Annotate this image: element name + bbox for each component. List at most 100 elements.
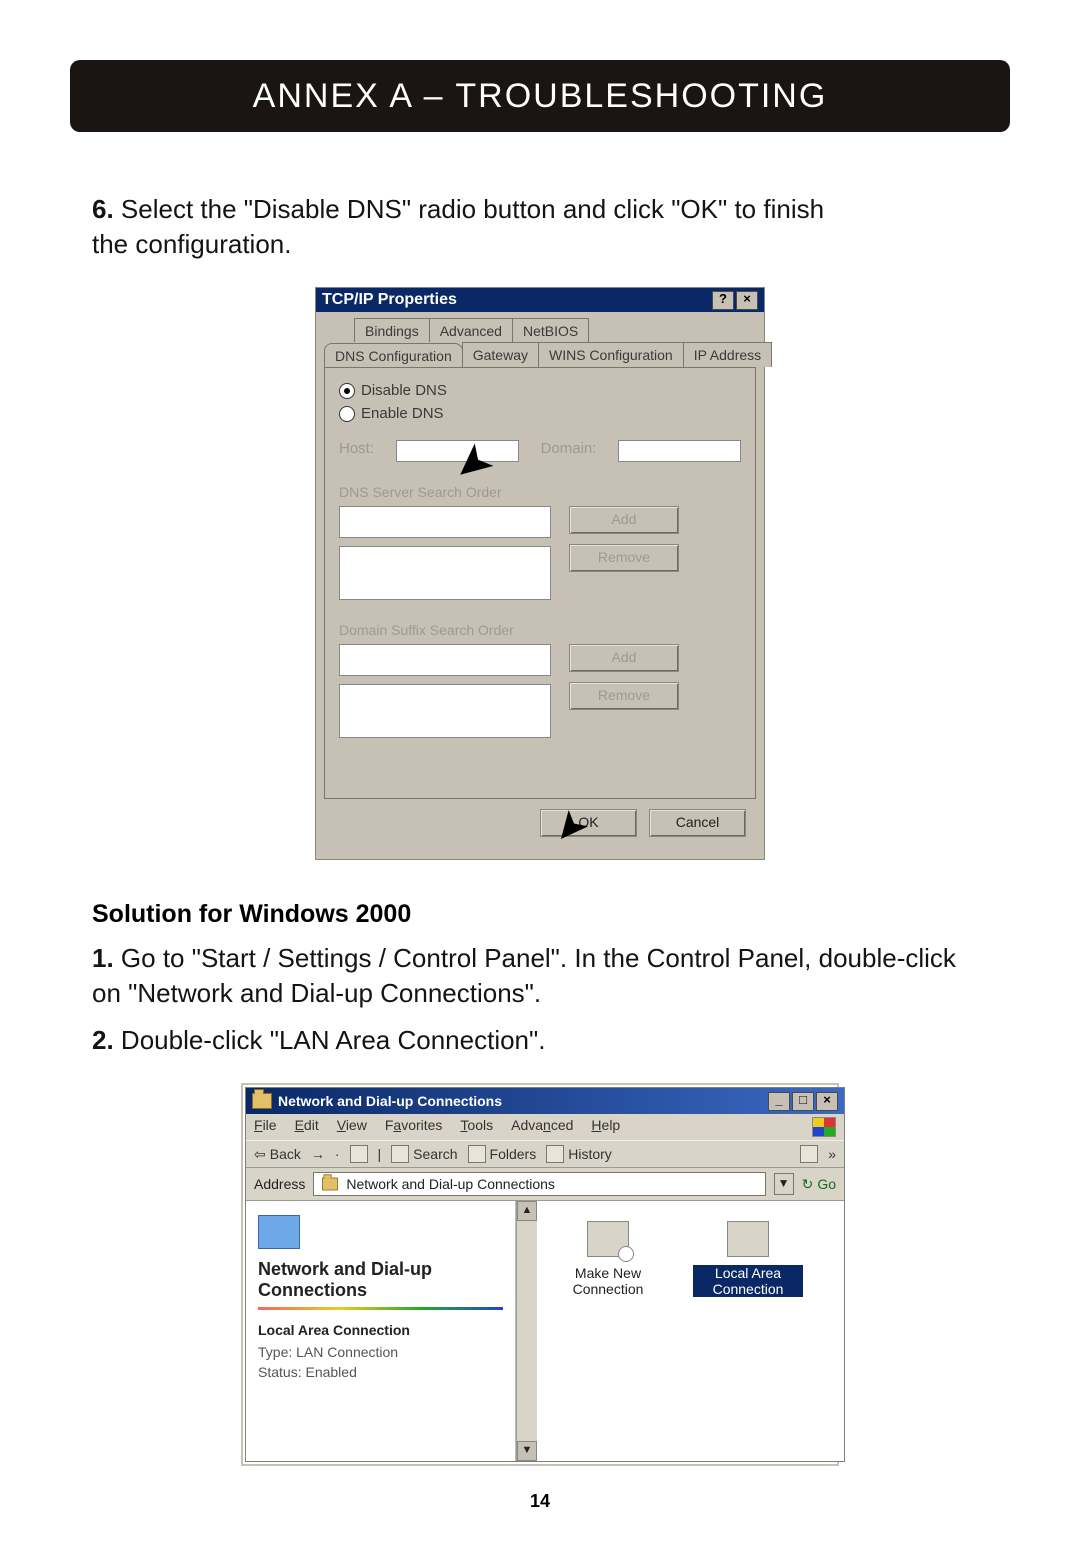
tab-wins-configuration[interactable]: WINS Configuration — [538, 342, 684, 367]
dns-order-group: Add Remove — [339, 506, 741, 600]
suffix-remove-button[interactable]: Remove — [569, 682, 679, 710]
suffix-order-group: Add Remove — [339, 644, 741, 738]
dns-remove-button[interactable]: Remove — [569, 544, 679, 572]
menu-favorites[interactable]: Favorites — [385, 1117, 443, 1137]
close-icon[interactable]: × — [816, 1092, 838, 1111]
dns-ip-input[interactable] — [339, 506, 551, 538]
info-item-name: Local Area Connection — [258, 1322, 503, 1338]
forward-button[interactable]: → — [311, 1146, 325, 1162]
page: ANNEX A – TROUBLESHOOTING 6. Select the … — [0, 0, 1080, 1542]
info-type: Type: LAN Connection — [258, 1344, 503, 1360]
titlebar-buttons: ? × — [712, 291, 758, 310]
close-icon[interactable]: × — [736, 291, 758, 310]
address-bar: Address Network and Dial-up Connections … — [246, 1168, 844, 1201]
divider — [258, 1307, 503, 1310]
suffix-input[interactable] — [339, 644, 551, 676]
menubar: FFileile Edit View Favorites Tools Advan… — [246, 1114, 844, 1140]
minimize-icon[interactable]: _ — [768, 1092, 790, 1111]
back-button[interactable]: ⇦ Back — [254, 1146, 301, 1163]
folder-icon — [252, 1093, 272, 1109]
window-border: Network and Dial-up Connections _ □ × FF… — [241, 1083, 839, 1466]
domain-input[interactable] — [618, 440, 741, 462]
maximize-icon[interactable]: □ — [792, 1092, 814, 1111]
step-6-number: 6. — [92, 194, 114, 224]
figure-network-connections: Network and Dial-up Connections _ □ × FF… — [241, 1083, 839, 1466]
tab-ip-address[interactable]: IP Address — [683, 342, 772, 367]
info-pane: Network and Dial-up Connections Local Ar… — [246, 1201, 516, 1461]
radio-disable-dns[interactable] — [339, 383, 355, 399]
radio-enable-dns[interactable] — [339, 406, 355, 422]
content-area: Network and Dial-up Connections Local Ar… — [246, 1201, 844, 1461]
address-field[interactable]: Network and Dial-up Connections — [313, 1172, 765, 1196]
dns-add-button[interactable]: Add — [569, 506, 679, 534]
dns-order-label: DNS Server Search Order — [339, 484, 741, 500]
address-label: Address — [254, 1176, 305, 1192]
menu-file[interactable]: FFileile — [254, 1117, 277, 1137]
step-1-text-b: on "Network and Dial-up Connections". — [92, 978, 541, 1008]
search-icon — [391, 1145, 409, 1163]
cancel-button[interactable]: Cancel — [649, 809, 746, 837]
step-6-text-a: Select the "Disable DNS" radio button an… — [114, 194, 824, 224]
menu-view[interactable]: View — [337, 1117, 367, 1137]
radio-enable-dns-label: Enable DNS — [361, 405, 444, 422]
tab-advanced[interactable]: Advanced — [429, 318, 513, 342]
suffix-order-list[interactable] — [339, 684, 551, 738]
host-domain-row: Host: Domain: — [339, 440, 741, 462]
folders-icon — [468, 1145, 486, 1163]
toolbar-extra-icon[interactable] — [800, 1145, 818, 1163]
page-title: ANNEX A – TROUBLESHOOTING — [253, 77, 828, 116]
tab-row-top: Bindings Advanced NetBIOS — [354, 318, 756, 342]
scroll-down-icon[interactable]: ▼ — [517, 1441, 537, 1461]
toolbar-overflow[interactable]: » — [828, 1146, 836, 1162]
netconn-titlebar: Network and Dial-up Connections _ □ × — [246, 1088, 844, 1114]
tab-gateway[interactable]: Gateway — [462, 342, 539, 367]
separator: · — [335, 1146, 340, 1162]
go-button[interactable]: ↻Go — [802, 1176, 836, 1193]
step-2: 2. Double-click "LAN Area Connection". — [92, 1023, 988, 1058]
step-2-number: 2. — [92, 1025, 114, 1055]
left-scrollbar[interactable]: ▲ ▼ — [516, 1201, 537, 1461]
help-icon[interactable]: ? — [712, 291, 734, 310]
up-icon[interactable] — [350, 1145, 368, 1163]
folders-button[interactable]: Folders — [468, 1145, 537, 1163]
dns-tab-panel: ➤ Disable DNS Enable DNS Host: Domain: — [324, 367, 756, 799]
history-button[interactable]: History — [546, 1145, 612, 1163]
local-area-connection-label: Local Area Connection — [693, 1265, 803, 1297]
suffix-add-button[interactable]: Add — [569, 644, 679, 672]
radio-enable-dns-row[interactable]: Enable DNS — [339, 405, 741, 422]
toolbar: ⇦ Back → · | Search Folders History » — [246, 1140, 844, 1168]
dialog-buttons: ➤ OK Cancel — [324, 809, 756, 847]
separator2: | — [378, 1146, 382, 1162]
dns-order-list[interactable] — [339, 546, 551, 600]
host-label: Host: — [339, 440, 374, 462]
netconn-title: Network and Dial-up Connections — [278, 1093, 502, 1109]
menu-advanced[interactable]: Advanced — [511, 1117, 573, 1137]
tab-row-bottom: DNS Configuration Gateway WINS Configura… — [324, 342, 756, 367]
menu-tools[interactable]: Tools — [460, 1117, 493, 1137]
network-category-icon — [258, 1215, 300, 1249]
suffix-order-label: Domain Suffix Search Order — [339, 622, 741, 638]
network-connections-window: Network and Dial-up Connections _ □ × FF… — [245, 1087, 845, 1462]
make-new-connection-label: Make New Connection — [553, 1265, 663, 1297]
search-button[interactable]: Search — [391, 1145, 457, 1163]
step-6: 6. Select the "Disable DNS" radio button… — [92, 192, 988, 262]
item-make-new-connection[interactable]: Make New Connection — [553, 1221, 663, 1297]
tab-bindings[interactable]: Bindings — [354, 318, 430, 342]
domain-label: Domain: — [541, 440, 597, 462]
address-value: Network and Dial-up Connections — [346, 1176, 555, 1192]
radio-disable-dns-row[interactable]: Disable DNS — [339, 382, 741, 399]
scroll-up-icon[interactable]: ▲ — [517, 1201, 537, 1221]
address-dropdown[interactable]: ▼ — [774, 1173, 794, 1195]
tcpip-body: Bindings Advanced NetBIOS DNS Configurat… — [316, 312, 764, 859]
tcpip-titlebar: TCP/IP Properties ? × — [316, 288, 764, 312]
suffix-order-buttons: Add Remove — [569, 644, 679, 710]
step-2-text: Double-click "LAN Area Connection". — [114, 1025, 546, 1055]
menu-edit[interactable]: Edit — [295, 1117, 319, 1137]
tab-dns-configuration[interactable]: DNS Configuration — [324, 343, 463, 368]
windows-logo-icon — [812, 1117, 836, 1137]
tab-netbios[interactable]: NetBIOS — [512, 318, 589, 342]
menu-help[interactable]: Help — [591, 1117, 620, 1137]
item-local-area-connection[interactable]: Local Area Connection — [693, 1221, 803, 1297]
step-1: 1. Go to "Start / Settings / Control Pan… — [92, 941, 988, 1011]
page-header: ANNEX A – TROUBLESHOOTING — [70, 60, 1010, 132]
